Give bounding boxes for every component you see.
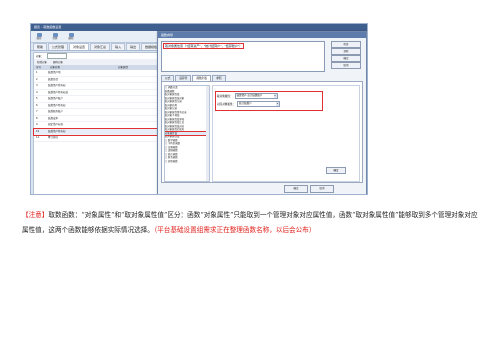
function-tree: □ 函数分类 取数函数 取对象属性值 取对象属性值对象 取对象属性记录 取对象名… [164,85,210,182]
chevron-down-icon[interactable]: ▾ [273,94,277,98]
function-wizard-dialog: 函数向导 取对象属性值（"结算资产"，"统计结算户"，"结算账户"） 检查 清除… [157,31,367,194]
chevron-down-icon[interactable]: ▾ [276,102,280,106]
tab-formula[interactable]: 公式管理 [48,43,69,50]
object-list-panel: 对象： 新增对象 删除对象 序号 对象名称 对象属性 1 结算资产项 2 结算负债 … [33,52,161,194]
param-row: 取对象属性： 结算资产 总计结算账户 ▾ [217,93,278,99]
param-row: 对应对象属性： 统计结算户 ▾ [217,101,281,107]
caption-paragraph: 【注意】取数函数：“对象属性”和“取对象属性值”区分：函数“对象属性”只能取到一… [22,208,478,238]
tab-object-summary[interactable]: 对象汇总 [90,43,111,50]
dialog-ok-button[interactable]: 确定 [284,185,308,193]
expression-editor[interactable]: 取对象属性值（"结算资产"，"统计结算户"，"结算账户"） [161,41,325,72]
caption-note: （平台基础设置组需求正在整理函数名称，以后会公布） [153,226,316,234]
expression-text: 取对象属性值（"结算资产"，"统计结算户"，"结算账户"） [163,43,245,49]
app-screenshot: 报表 – 取数函数设置 保存 打开 刷新 帮助 公式管理 对象设置 对象汇总 输… [30,23,368,195]
tab-input[interactable]: 输入 [111,43,126,50]
param-label: 对应对象属性： [217,103,236,106]
ok-button[interactable]: 确定 [331,55,361,62]
clear-button[interactable]: 清除 [331,48,361,55]
function-list-body: □ 函数分类 取数函数 取对象属性值 取对象属性值对象 取对象属性记录 取对象名… [161,81,363,183]
open-tool-button[interactable]: 打开 [50,32,60,41]
table-row[interactable]: 11 累计折旧 [34,135,160,142]
tab-object-settings[interactable]: 对象设置 [69,43,90,50]
filter-label: 对象： [36,55,44,58]
cancel-button[interactable]: 取消 [331,62,361,69]
tab-output[interactable]: 输出 [126,43,141,50]
filter-input[interactable] [46,53,67,59]
check-button[interactable]: 检查 [331,41,361,48]
param-select[interactable]: 结算资产 总计结算账户 ▾ [234,93,278,99]
tree-scrollbar[interactable] [206,86,209,181]
delete-object-button[interactable]: 删除对象 [53,60,63,64]
app-title: 报表 – 取数函数设置 [31,24,367,31]
save-tool-button[interactable]: 保存 [34,32,44,41]
dialog-title: 函数向导 [158,32,366,38]
tree-item[interactable]: □ 其他函数 [165,160,209,164]
caption-tag: 【注意】 [22,211,49,219]
add-object-button[interactable]: 新增对象 [37,60,47,64]
refresh-tool-button[interactable]: 刷新 [66,32,76,41]
param-select[interactable]: 统计结算户 ▾ [237,101,281,107]
parameter-pane: 取对象属性： 结算资产 总计结算账户 ▾ 对应对象属性： 统计结算户 ▾ 确定 [212,85,360,182]
dialog-cancel-button[interactable]: 取消 [310,185,334,193]
param-label: 取对象属性： [217,95,233,98]
param-confirm-button[interactable]: 确定 [326,167,346,174]
tab-help[interactable]: 帮助 [33,43,48,50]
